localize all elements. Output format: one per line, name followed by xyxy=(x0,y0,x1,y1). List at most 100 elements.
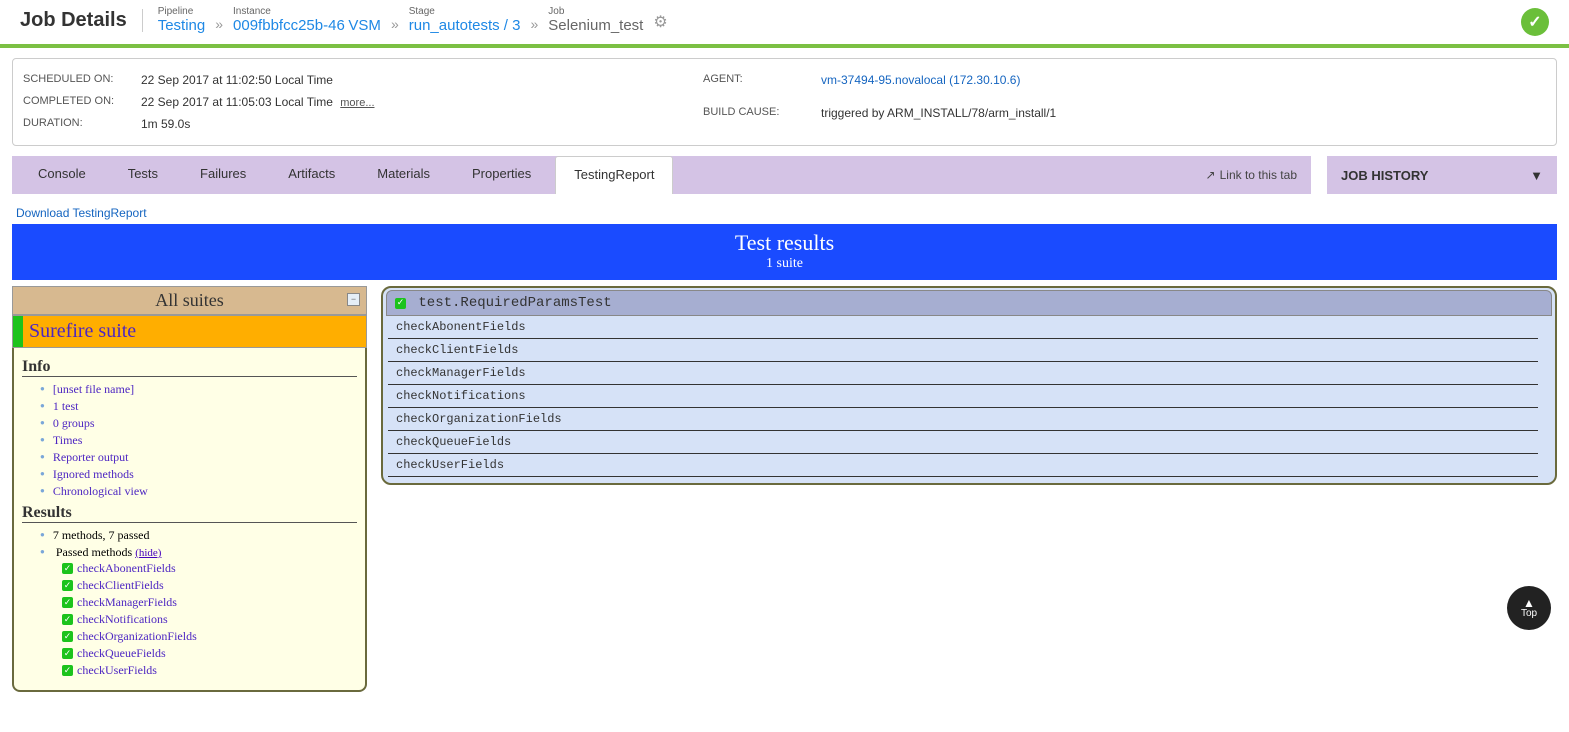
tab-properties[interactable]: Properties xyxy=(454,156,549,194)
test-method[interactable]: checkManagerFields xyxy=(388,362,1538,385)
check-icon: ✓ xyxy=(62,563,73,574)
page-title: Job Details xyxy=(20,9,143,32)
chevron-down-icon: ▼ xyxy=(1530,168,1543,183)
collapse-icon[interactable]: − xyxy=(347,293,360,306)
info-item[interactable]: Ignored methods xyxy=(40,466,357,483)
crumb-job: Job Selenium_test xyxy=(548,6,643,34)
tab-artifacts[interactable]: Artifacts xyxy=(270,156,353,194)
suite-sidebar: All suites − Surefire suite Info [unset … xyxy=(12,286,367,692)
hide-link[interactable]: (hide) xyxy=(135,547,161,559)
passed-method[interactable]: ✓checkClientFields xyxy=(62,577,357,594)
arrow-up-icon: ▲ xyxy=(1523,598,1535,608)
agent-label: AGENT: xyxy=(703,73,813,98)
job-history-toggle[interactable]: JOB HISTORY ▼ xyxy=(1327,156,1557,194)
chevron-right-icon: » xyxy=(215,16,223,34)
check-icon: ✓ xyxy=(395,298,406,309)
breadcrumb-header: Job Details Pipeline Testing » Instance … xyxy=(0,0,1569,48)
suite-status-bar xyxy=(13,316,23,347)
crumb-vsm-link[interactable]: VSM xyxy=(348,17,381,34)
completed-label: COMPLETED ON: xyxy=(23,95,133,109)
scheduled-value: 22 Sep 2017 at 11:02:50 Local Time xyxy=(141,73,703,87)
crumb-pipeline: Pipeline Testing xyxy=(158,6,206,34)
build-cause-label: BUILD CAUSE: xyxy=(703,106,813,131)
chevron-right-icon: » xyxy=(530,16,538,34)
info-item[interactable]: [unset file name] xyxy=(40,381,357,398)
breadcrumb: Pipeline Testing » Instance 009fbbfcc25b… xyxy=(143,6,668,34)
crumb-stage-link[interactable]: run_autotests / 3 xyxy=(409,17,521,34)
check-icon: ✓ xyxy=(62,665,73,676)
test-results-banner: Test results 1 suite xyxy=(12,224,1557,280)
passed-method[interactable]: ✓checkAbonentFields xyxy=(62,560,357,577)
back-to-top-button[interactable]: ▲ Top xyxy=(1507,586,1551,630)
crumb-instance: Instance 009fbbfcc25b-46 VSM xyxy=(233,6,381,34)
passed-method[interactable]: ✓checkOrganizationFields xyxy=(62,628,357,645)
results-heading: Results xyxy=(22,504,357,523)
crumb-pipeline-link[interactable]: Testing xyxy=(158,17,206,34)
job-history-label: JOB HISTORY xyxy=(1341,168,1428,183)
check-icon: ✓ xyxy=(62,597,73,608)
build-cause-value: triggered by ARM_INSTALL/78/arm_install/… xyxy=(821,106,1546,131)
suite-name: Surefire suite xyxy=(23,316,142,347)
crumb-pipeline-label: Pipeline xyxy=(158,6,206,17)
info-list: [unset file name] 1 test 0 groups Times … xyxy=(22,381,357,500)
tab-testingreport[interactable]: TestingReport xyxy=(555,156,673,194)
tab-materials[interactable]: Materials xyxy=(359,156,448,194)
link-to-tab[interactable]: ↗Link to this tab xyxy=(1206,168,1311,182)
completed-value: 22 Sep 2017 at 11:05:03 Local Time more.… xyxy=(141,95,703,109)
crumb-stage: Stage run_autotests / 3 xyxy=(409,6,521,34)
crumb-job-value: Selenium_test xyxy=(548,17,643,34)
suite-header[interactable]: Surefire suite xyxy=(12,315,367,348)
crumb-instance-link[interactable]: 009fbbfcc25b-46 xyxy=(233,17,345,34)
agent-link[interactable]: vm-37494-95.novalocal (172.30.10.6) xyxy=(821,73,1546,98)
results-summary: 7 methods, 7 passed xyxy=(40,527,357,544)
test-method[interactable]: checkClientFields xyxy=(388,339,1538,362)
tabs: Console Tests Failures Artifacts Materia… xyxy=(12,156,679,194)
back-to-top-label: Top xyxy=(1521,608,1537,619)
info-item[interactable]: Chronological view xyxy=(40,483,357,500)
tab-tests[interactable]: Tests xyxy=(110,156,176,194)
crumb-instance-label: Instance xyxy=(233,6,381,17)
info-heading: Info xyxy=(22,358,357,377)
check-icon: ✓ xyxy=(62,648,73,659)
crumb-job-label: Job xyxy=(548,6,643,17)
crumb-stage-label: Stage xyxy=(409,6,521,17)
test-method[interactable]: checkUserFields xyxy=(388,454,1538,477)
more-link[interactable]: more... xyxy=(340,97,374,109)
tab-failures[interactable]: Failures xyxy=(182,156,264,194)
test-method[interactable]: checkNotifications xyxy=(388,385,1538,408)
passed-method[interactable]: ✓checkUserFields xyxy=(62,662,357,679)
suite-body: Info [unset file name] 1 test 0 groups T… xyxy=(12,348,367,692)
tab-console[interactable]: Console xyxy=(20,156,104,194)
download-report-link[interactable]: Download TestingReport xyxy=(12,206,147,220)
test-class-header: ✓ test.RequiredParamsTest xyxy=(386,290,1552,316)
test-class-panel: ✓ test.RequiredParamsTest checkAbonentFi… xyxy=(381,286,1557,485)
scheduled-label: SCHEDULED ON: xyxy=(23,73,133,87)
gear-icon[interactable]: ⚙ xyxy=(653,12,667,34)
passed-methods-list: ✓checkAbonentFields ✓checkClientFields ✓… xyxy=(40,560,357,679)
report-pane: Download TestingReport Test results 1 su… xyxy=(12,194,1557,732)
banner-title: Test results xyxy=(12,230,1557,256)
passed-methods-line: Passed methods (hide) ✓checkAbonentField… xyxy=(40,544,357,680)
info-item[interactable]: 1 test xyxy=(40,398,357,415)
duration-value: 1m 59.0s xyxy=(141,117,703,131)
test-method[interactable]: checkOrganizationFields xyxy=(388,408,1538,431)
job-summary: SCHEDULED ON: 22 Sep 2017 at 11:02:50 Lo… xyxy=(12,58,1557,146)
check-icon: ✓ xyxy=(62,580,73,591)
banner-subtitle: 1 suite xyxy=(12,256,1557,272)
info-item[interactable]: Reporter output xyxy=(40,449,357,466)
all-suites-header: All suites − xyxy=(12,286,367,315)
info-item[interactable]: 0 groups xyxy=(40,415,357,432)
link-icon: ↗ xyxy=(1206,168,1216,182)
passed-method[interactable]: ✓checkManagerFields xyxy=(62,594,357,611)
check-icon: ✓ xyxy=(62,631,73,642)
info-item[interactable]: Times xyxy=(40,432,357,449)
check-icon: ✓ xyxy=(62,614,73,625)
test-class-name: test.RequiredParamsTest xyxy=(418,295,611,311)
chevron-right-icon: » xyxy=(391,16,399,34)
passed-method[interactable]: ✓checkNotifications xyxy=(62,611,357,628)
results-list: 7 methods, 7 passed Passed methods (hide… xyxy=(22,527,357,680)
test-method[interactable]: checkAbonentFields xyxy=(388,316,1538,339)
tab-bar: Console Tests Failures Artifacts Materia… xyxy=(12,156,1311,194)
all-suites-label: All suites xyxy=(155,290,224,310)
test-method[interactable]: checkQueueFields xyxy=(388,431,1538,454)
